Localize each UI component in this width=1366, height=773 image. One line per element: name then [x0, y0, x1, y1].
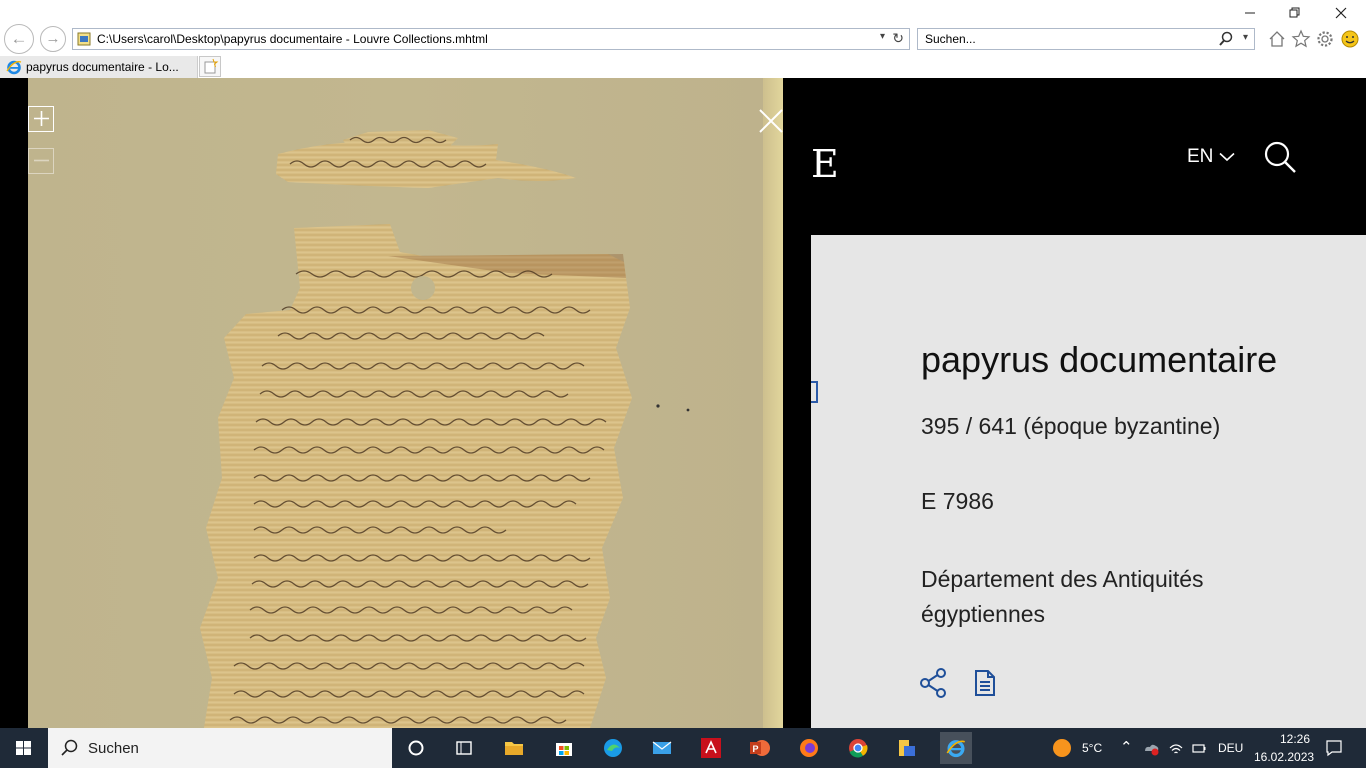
address-bar[interactable]: C:\Users\carol\Desktop\papyrus documenta… [72, 28, 910, 50]
folder-icon [505, 742, 523, 755]
forward-button[interactable]: → [40, 26, 66, 52]
task-view-icon [456, 741, 472, 755]
artwork-info-panel: papyrus documentaire 395 / 641 (époque b… [811, 235, 1366, 728]
smiley-feedback-icon[interactable] [1340, 29, 1360, 49]
search-icon[interactable] [1218, 31, 1234, 47]
input-language[interactable]: DEU [1218, 741, 1243, 755]
page-icon [77, 32, 91, 46]
restore-button[interactable] [1272, 4, 1318, 26]
zoom-out-button[interactable] [28, 148, 54, 174]
folder-icon [899, 740, 915, 756]
favorites-star-icon[interactable] [1291, 29, 1311, 49]
home-icon[interactable] [1267, 29, 1287, 49]
close-viewer-button[interactable] [758, 108, 784, 134]
clock-date[interactable]: 16.02.2023 [1254, 750, 1314, 764]
store-icon [556, 743, 572, 756]
site-search-button[interactable] [1263, 140, 1297, 174]
page-viewport: E EN papyrus documentaire 395 / 641 (épo… [0, 78, 1366, 728]
back-icon: ← [10, 29, 28, 48]
start-button[interactable] [0, 728, 48, 768]
temperature[interactable]: 5°C [1082, 741, 1102, 755]
site-logo[interactable]: E [811, 142, 839, 186]
share-icon[interactable] [919, 668, 947, 698]
clock-time[interactable]: 12:26 [1280, 732, 1310, 746]
cortana-circle-icon [408, 740, 424, 756]
zoom-in-button[interactable] [28, 106, 54, 132]
settings-gear-icon[interactable] [1315, 29, 1335, 49]
tray-expand-icon[interactable]: ⌃ [1120, 738, 1133, 756]
back-button[interactable]: ← [4, 24, 34, 54]
search-dropdown-icon[interactable]: ▾ [1243, 32, 1248, 43]
battery-icon[interactable] [1191, 740, 1207, 756]
browser-search-box[interactable]: Suchen... ▾ [917, 28, 1255, 50]
powerpoint-icon: P [750, 740, 770, 756]
taskbar-search-label: Suchen [88, 740, 139, 757]
papyrus-image [200, 130, 690, 728]
focus-marker [811, 381, 818, 403]
tab-active[interactable]: papyrus documentaire - Lo... [0, 56, 198, 78]
onedrive-error-icon[interactable] [1143, 740, 1159, 756]
minus-icon [33, 159, 49, 162]
chrome-button[interactable] [842, 732, 874, 764]
language-selector[interactable]: EN [1187, 146, 1235, 168]
refresh-icon[interactable]: ↻ [892, 30, 904, 47]
widgets-button[interactable] [448, 732, 480, 764]
weather-sun-icon[interactable] [1052, 738, 1072, 758]
microsoft-store-button[interactable] [548, 732, 580, 764]
minimize-icon [1245, 12, 1255, 14]
taskbar-search[interactable]: Suchen [48, 728, 392, 768]
task-view-button[interactable] [400, 732, 432, 764]
close-icon [1335, 7, 1347, 19]
new-tab-icon [204, 58, 219, 74]
window-close-button[interactable] [1318, 4, 1364, 26]
tab-title: papyrus documentaire - Lo... [26, 60, 179, 74]
acrobat-button[interactable] [695, 732, 727, 764]
ie-icon [946, 740, 965, 758]
mail-icon [652, 741, 672, 754]
firefox-icon [800, 739, 818, 757]
chrome-icon [849, 739, 868, 758]
new-tab-button[interactable] [199, 56, 221, 77]
edge-button[interactable] [597, 732, 629, 764]
artwork-date: 395 / 641 (époque byzantine) [921, 413, 1221, 439]
notification-icon[interactable] [1325, 739, 1343, 757]
acrobat-icon [701, 738, 721, 758]
file-explorer-button[interactable] [498, 732, 530, 764]
explorer-window-button[interactable] [891, 732, 923, 764]
ie-icon [6, 60, 22, 75]
browser-chrome: ← → C:\Users\carol\Desktop\papyrus docum… [0, 0, 1366, 78]
restore-icon [1289, 7, 1300, 18]
powerpoint-button[interactable]: P [744, 732, 776, 764]
artwork-inventory-number: E 7986 [921, 488, 994, 514]
wifi-icon[interactable] [1168, 740, 1184, 756]
minimize-button[interactable] [1227, 4, 1273, 26]
forward-icon: → [45, 30, 61, 47]
firefox-button[interactable] [793, 732, 825, 764]
address-url[interactable]: C:\Users\carol\Desktop\papyrus documenta… [97, 32, 488, 46]
svg-text:P: P [753, 744, 759, 754]
dropdown-icon[interactable]: ▾ [880, 31, 885, 42]
language-label: EN [1187, 146, 1214, 167]
chevron-down-icon [1219, 152, 1235, 162]
plus-icon [33, 111, 49, 126]
search-placeholder[interactable]: Suchen... [925, 32, 976, 46]
search-icon [61, 739, 78, 756]
document-icon[interactable] [974, 669, 996, 697]
windows-icon [16, 741, 31, 755]
edge-icon [604, 739, 622, 757]
internet-explorer-button[interactable] [940, 732, 972, 764]
windows-taskbar: Suchen P 5°C ⌃ DEU 12:26 16.02.2023 [0, 728, 1366, 768]
artwork-image-viewer[interactable] [28, 78, 783, 728]
artwork-title: papyrus documentaire [921, 339, 1278, 380]
mail-button[interactable] [646, 732, 678, 764]
artwork-department[interactable]: Département des Antiquités égyptiennes [921, 562, 1261, 632]
